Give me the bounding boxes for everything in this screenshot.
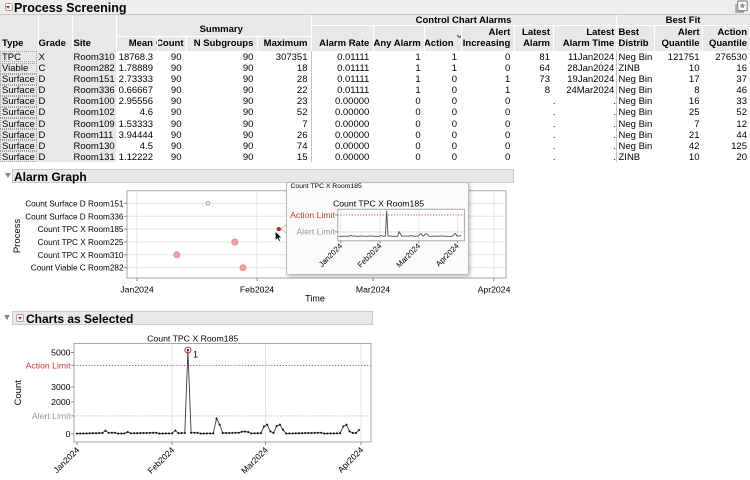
svg-text:Feb2024: Feb2024 — [146, 445, 177, 476]
svg-text:Count: Count — [13, 380, 24, 406]
svg-text:Apr2024: Apr2024 — [336, 445, 366, 475]
svg-text:Alert Limit: Alert Limit — [32, 411, 71, 421]
svg-text:Jan2024: Jan2024 — [51, 445, 81, 475]
svg-text:3000: 3000 — [51, 382, 70, 392]
svg-text:1: 1 — [193, 350, 198, 360]
svg-text:0: 0 — [66, 429, 71, 439]
svg-text:Count TPC X Room185: Count TPC X Room185 — [147, 333, 238, 343]
svg-text:5000: 5000 — [51, 348, 70, 358]
svg-text:Mar2024: Mar2024 — [239, 445, 270, 476]
svg-text:Action Limit: Action Limit — [26, 361, 71, 371]
svg-text:2000: 2000 — [51, 397, 70, 407]
